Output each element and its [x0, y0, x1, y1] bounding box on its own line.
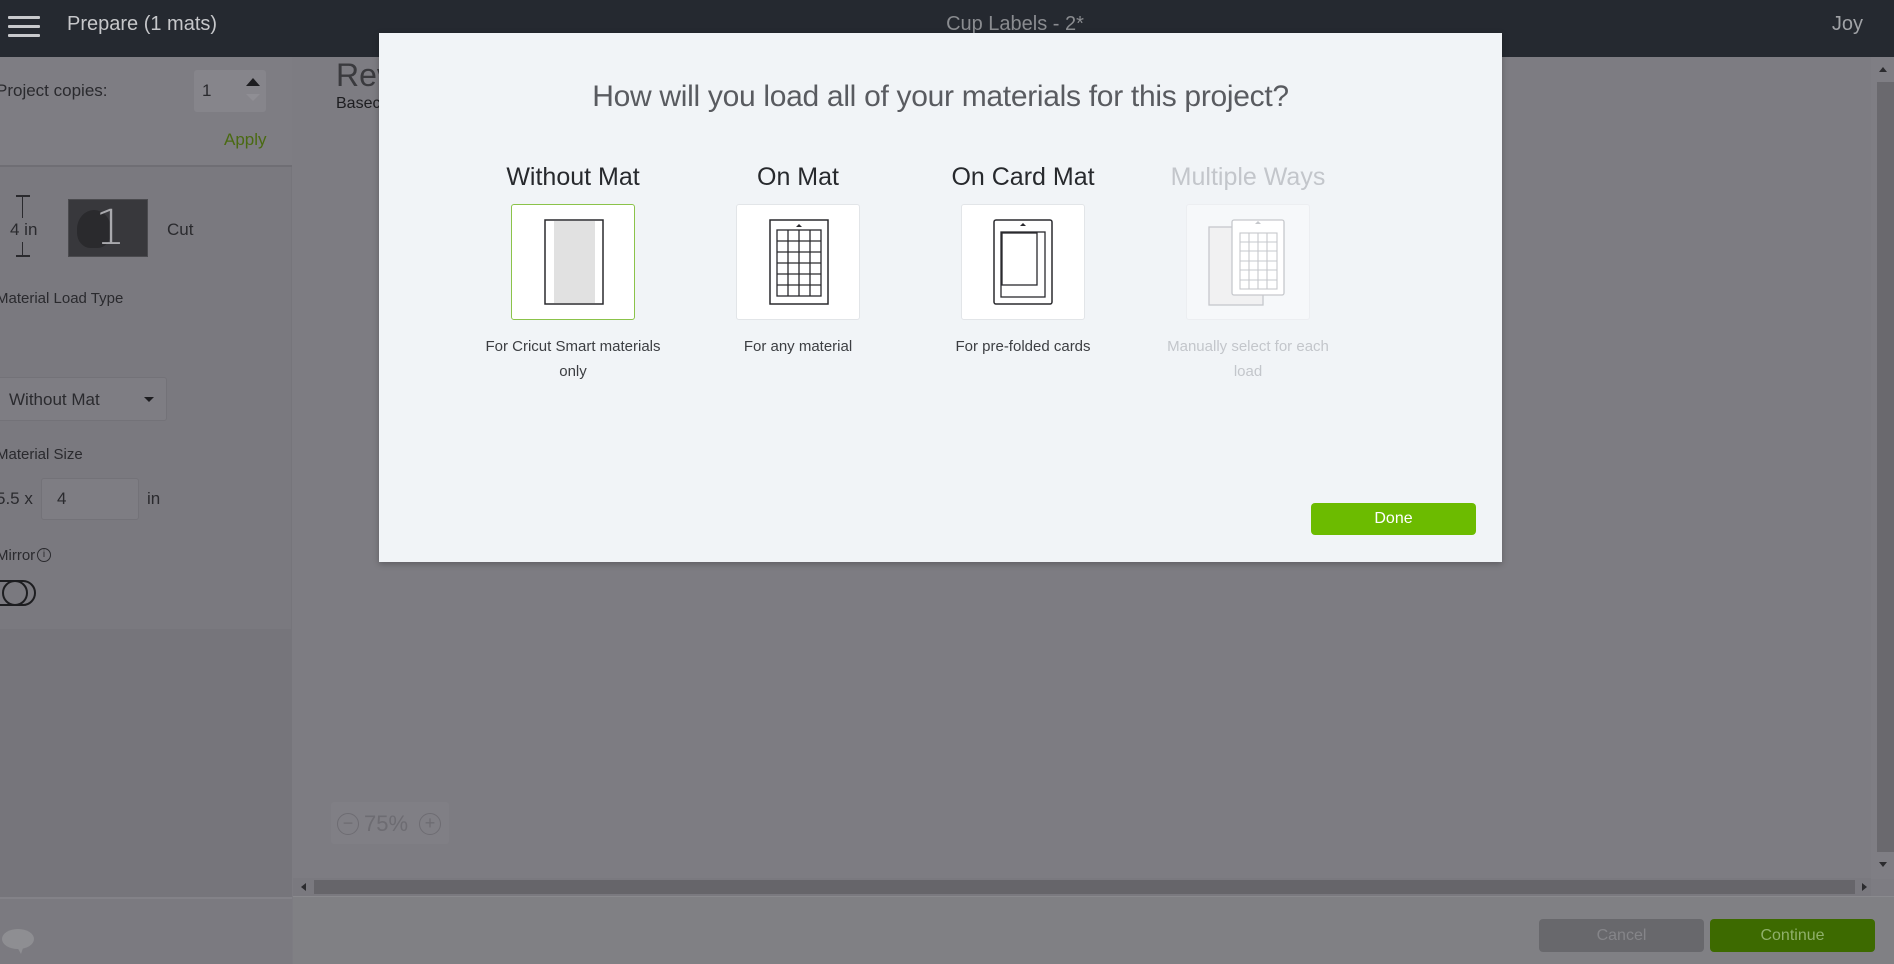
- toggle-knob: [2, 579, 28, 606]
- scroll-right-icon[interactable]: [1862, 883, 1867, 891]
- sidebar-footer: [0, 897, 292, 964]
- multiple-ways-icon: [1186, 204, 1310, 320]
- apply-button[interactable]: Apply: [224, 130, 267, 150]
- option-description: For pre-folded cards: [955, 338, 1091, 355]
- project-copies-value[interactable]: 1: [202, 81, 211, 101]
- dialog-title: How will you load all of your materials …: [592, 80, 1289, 113]
- option-title: On Card Mat: [951, 163, 1095, 191]
- scroll-left-icon[interactable]: [301, 883, 306, 891]
- zoom-level: 75%: [364, 811, 409, 836]
- load-materials-dialog: How will you load all of your materials …: [379, 33, 1502, 562]
- zoom-out-icon[interactable]: −: [337, 813, 359, 835]
- option-title: Without Mat: [506, 163, 640, 191]
- material-width-text: 5.5 x: [0, 489, 33, 508]
- without-mat-icon[interactable]: [511, 204, 635, 320]
- scroll-up-icon[interactable]: [1879, 67, 1887, 72]
- project-copies-label: Project copies:: [0, 81, 108, 100]
- option-title: Multiple Ways: [1170, 163, 1326, 191]
- option-title: On Mat: [757, 163, 839, 191]
- on-mat-icon[interactable]: [736, 204, 860, 320]
- option-description: Manually select for each load: [1167, 338, 1329, 380]
- zoom-in-icon[interactable]: +: [419, 813, 441, 835]
- canvas-subtitle: Basec: [336, 95, 381, 112]
- material-size-unit: in: [147, 489, 161, 508]
- bottom-bar: Cancel Continue: [293, 896, 1894, 964]
- option-description: For any material: [743, 338, 853, 355]
- scroll-down-icon[interactable]: [1879, 862, 1887, 867]
- chat-icon[interactable]: [2, 929, 34, 954]
- horizontal-scroll-thumb[interactable]: [314, 880, 1855, 894]
- mat-preview-row[interactable]: 4 in 1 Cut: [0, 187, 292, 267]
- zoom-control: − 75% +: [331, 802, 449, 844]
- material-load-type-value: Without Mat: [9, 390, 100, 409]
- card-mat-icon[interactable]: [961, 204, 1085, 320]
- user-menu[interactable]: Joy: [1832, 13, 1863, 36]
- horizontal-scrollbar[interactable]: [293, 878, 1871, 896]
- sidebar: Project copies: 1 Apply 4 in 1 Cut Mater…: [0, 57, 292, 964]
- material-load-type-select[interactable]: Without Mat: [0, 377, 167, 421]
- mat-operation-label: Cut: [167, 220, 194, 239]
- vertical-scrollbar[interactable]: [1871, 57, 1894, 879]
- mat-height-label: 4 in: [10, 218, 38, 242]
- material-height-input[interactable]: [41, 478, 139, 520]
- info-icon[interactable]: i: [37, 548, 51, 562]
- project-copies-section: Project copies: 1 Apply: [0, 57, 292, 167]
- material-load-type-label: Material Load Type: [0, 290, 124, 307]
- increment-icon[interactable]: [246, 78, 260, 86]
- option-description: For Cricut Smart materials only: [485, 338, 661, 380]
- material-size-label: Material Size: [0, 446, 83, 463]
- cancel-button[interactable]: Cancel: [1539, 919, 1704, 952]
- mirror-toggle[interactable]: [0, 579, 36, 606]
- decrement-icon[interactable]: [246, 94, 260, 101]
- mat-number: 1: [95, 200, 126, 256]
- done-button[interactable]: Done: [1311, 503, 1476, 535]
- continue-button[interactable]: Continue: [1710, 919, 1875, 952]
- mirror-label: Mirror: [0, 547, 36, 564]
- project-copies-stepper[interactable]: 1: [194, 70, 266, 112]
- chevron-down-icon: [144, 397, 154, 402]
- mat-thumbnail[interactable]: 1: [68, 199, 148, 257]
- vertical-scroll-thumb[interactable]: [1877, 82, 1894, 852]
